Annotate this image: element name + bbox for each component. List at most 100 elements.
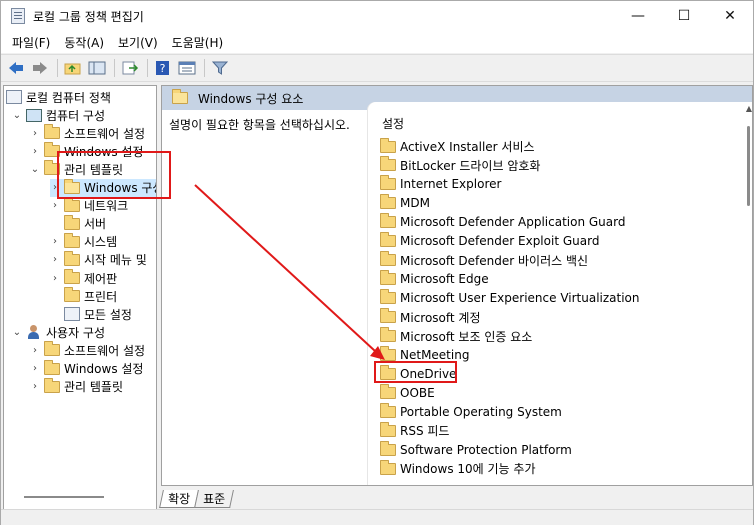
list-scrollbar[interactable]: ▲ — [742, 102, 752, 485]
folder-icon — [380, 194, 396, 210]
menu-file[interactable]: 파일(F) — [5, 34, 57, 51]
settings-list-item[interactable]: RSS 피드 — [380, 421, 449, 440]
chevron-right-icon[interactable]: › — [30, 146, 40, 157]
tab-extended-label: 확장 — [168, 492, 191, 506]
settings-list-item[interactable]: ActiveX Installer 서비스 — [380, 137, 535, 156]
gpedit-window: 로컬 그룹 정책 편집기 — ☐ ✕ 파일(F) 동작(A) 보기(V) 도움말… — [0, 0, 754, 525]
tree-item[interactable]: 모든 설정 — [50, 305, 132, 323]
folder-icon — [44, 124, 60, 140]
settings-list-item-label: MDM — [400, 196, 430, 211]
settings-list-item-label: Microsoft User Experience Virtualization — [400, 291, 640, 306]
tree-item[interactable]: › 시스템 — [50, 232, 117, 251]
chevron-down-icon[interactable]: ⌄ — [30, 164, 40, 175]
tab-standard[interactable]: 표준 — [194, 490, 235, 508]
chevron-right-icon[interactable]: › — [50, 236, 60, 247]
settings-list-item[interactable]: Portable Operating System — [380, 402, 562, 421]
tree-item[interactable]: › 소프트웨어 설정 — [30, 341, 145, 359]
chevron-down-icon[interactable]: ⌄ — [12, 110, 22, 121]
column-header-settings[interactable]: 설정 — [382, 115, 404, 132]
tree-item[interactable]: 프린터 — [50, 287, 117, 305]
tree-item[interactable]: 로컬 컴퓨터 정책 — [6, 88, 111, 106]
settings-list-item[interactable]: Microsoft 보조 인증 요소 — [380, 327, 532, 346]
tree-item-label: 모든 설정 — [84, 307, 132, 322]
settings-list-item-label: Microsoft 계정 — [400, 310, 481, 325]
settings-list-item[interactable]: Microsoft Defender 바이러스 백신 — [380, 251, 588, 270]
menu-bar: 파일(F) 동작(A) 보기(V) 도움말(H) — [1, 31, 753, 53]
minimize-button[interactable]: — — [615, 1, 661, 31]
chevron-right-icon[interactable]: › — [30, 363, 40, 374]
chevron-right-icon[interactable]: › — [30, 345, 40, 356]
filter-icon[interactable] — [209, 58, 231, 78]
settings-list-item[interactable]: Internet Explorer — [380, 175, 501, 194]
help-icon[interactable]: ? — [152, 58, 174, 78]
chevron-right-icon[interactable]: › — [30, 128, 40, 139]
tree-item[interactable]: › 제어판 — [50, 269, 117, 287]
chevron-right-icon[interactable]: › — [50, 200, 60, 211]
forward-arrow-icon[interactable] — [29, 58, 51, 78]
tree-item[interactable]: › 관리 템플릿 — [30, 377, 124, 396]
show-tree-icon[interactable] — [86, 58, 108, 78]
scrollbar-thumb[interactable] — [747, 126, 750, 206]
tree-item-label: 제어판 — [84, 271, 118, 286]
tree-item-label: 소프트웨어 설정 — [64, 126, 146, 141]
menu-view[interactable]: 보기(V) — [111, 34, 165, 51]
folder-icon — [380, 175, 396, 191]
up-folder-icon[interactable] — [62, 58, 84, 78]
close-button[interactable]: ✕ — [707, 1, 753, 31]
properties-icon[interactable] — [176, 58, 198, 78]
settings-list-item[interactable]: Microsoft Edge — [380, 270, 489, 289]
status-bar — [1, 509, 753, 525]
folder-icon — [380, 327, 396, 342]
folder-icon — [64, 287, 80, 303]
settings-list-item[interactable]: MDM — [380, 194, 430, 213]
menu-action[interactable]: 동작(A) — [57, 34, 111, 51]
tree-item[interactable]: › 네트워크 — [50, 196, 128, 215]
highlight-box-windows-components — [57, 151, 171, 199]
folder-icon — [380, 289, 396, 305]
settings-list-item-label: RSS 피드 — [400, 424, 450, 439]
title-bar: 로컬 그룹 정책 편집기 — ☐ ✕ — [1, 1, 753, 31]
user-icon — [26, 325, 42, 340]
settings-list-item[interactable]: Software Protection Platform — [380, 440, 572, 459]
folder-icon — [64, 269, 80, 284]
tree-item[interactable]: 서버 — [50, 214, 106, 233]
folder-icon — [64, 214, 80, 230]
folder-icon — [380, 213, 396, 229]
chevron-right-icon[interactable]: › — [50, 254, 60, 265]
settings-list-item[interactable]: Microsoft User Experience Virtualization — [380, 289, 640, 308]
settings-list-item[interactable]: Microsoft 계정 — [380, 308, 481, 327]
folder-icon — [380, 440, 396, 456]
tree-item[interactable]: ⌄ 컴퓨터 구성 — [12, 106, 105, 124]
settings-list-item-label: Internet Explorer — [400, 177, 502, 192]
scroll-up-icon[interactable]: ▲ — [746, 104, 752, 113]
tab-standard-label: 표준 — [203, 492, 226, 506]
window-title: 로컬 그룹 정책 편집기 — [33, 9, 144, 24]
folder-icon — [380, 421, 396, 437]
maximize-button[interactable]: ☐ — [661, 1, 707, 31]
chevron-down-icon[interactable]: ⌄ — [12, 327, 22, 338]
folder-icon — [44, 341, 60, 357]
view-tabs: 확장 표준 — [159, 488, 235, 508]
tree-item[interactable]: › 소프트웨어 설정 — [30, 124, 145, 142]
tree-item-label: 소프트웨어 설정 — [64, 343, 146, 358]
tab-extended[interactable]: 확장 — [159, 490, 200, 508]
folder-icon — [44, 377, 60, 393]
back-arrow-icon[interactable] — [5, 58, 27, 78]
folder-icon — [64, 196, 80, 212]
tree-item[interactable]: › Windows 설정 — [30, 359, 143, 378]
chevron-right-icon[interactable]: › — [30, 381, 40, 392]
settings-list-item[interactable]: Microsoft Defender Application Guard — [380, 213, 625, 232]
settings-list-item[interactable]: OOBE — [380, 383, 435, 402]
export-icon[interactable] — [119, 58, 141, 78]
settings-list-item[interactable]: Microsoft Defender Exploit Guard — [380, 232, 599, 251]
tree-item[interactable]: › 시작 메뉴 및 — [50, 250, 147, 269]
policy-tree[interactable]: 로컬 컴퓨터 정책 ⌄ 컴퓨터 구성 › 소프트웨어 설정 › Windows 설정 ⌄ 관리 … — [3, 85, 157, 510]
menu-help[interactable]: 도움말(H) — [165, 34, 231, 51]
settings-list-item-label: BitLocker 드라이브 암호화 — [400, 158, 541, 173]
chevron-right-icon[interactable]: › — [50, 273, 60, 284]
tree-item[interactable]: ⌄ 사용자 구성 — [12, 323, 105, 341]
settings-list-item[interactable]: BitLocker 드라이브 암호화 — [380, 156, 540, 175]
tree-scrollbar[interactable] — [24, 496, 104, 498]
settings-list-item[interactable]: Windows 10에 기능 추가 — [380, 459, 535, 478]
tree-item-label: 관리 템플릿 — [64, 380, 124, 395]
